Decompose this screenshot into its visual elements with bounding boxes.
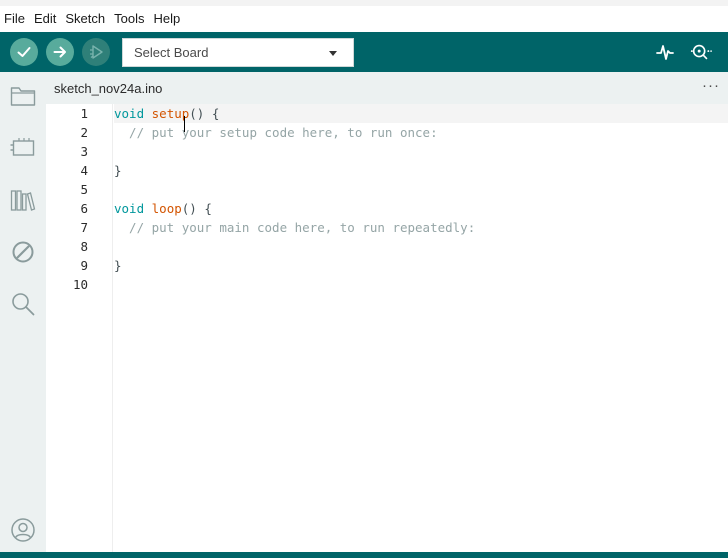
menu-edit[interactable]: Edit <box>34 6 56 32</box>
account-button[interactable] <box>9 516 37 544</box>
code-text: } <box>114 163 122 178</box>
upload-button[interactable] <box>46 38 74 66</box>
line-number: 8 <box>80 239 88 254</box>
menu-file[interactable]: File <box>4 6 25 32</box>
menu-tools[interactable]: Tools <box>114 6 144 32</box>
toolbar: Select Board <box>0 32 728 72</box>
board-select-value: Select Board <box>134 45 209 60</box>
menu-sketch[interactable]: Sketch <box>65 6 105 32</box>
search-icon <box>12 293 35 316</box>
library-manager-button[interactable] <box>9 186 37 214</box>
tab-sketch[interactable]: sketch_nov24a.ino <box>46 72 171 104</box>
serial-monitor-button[interactable] <box>690 41 712 63</box>
debug-button[interactable] <box>82 38 110 66</box>
code-keyword: void <box>114 106 145 121</box>
menu-help[interactable]: Help <box>153 6 180 32</box>
board-icon <box>10 138 35 156</box>
code-function-name: loop <box>151 201 182 216</box>
code-line[interactable]: // put your setup code here, to run once… <box>114 123 438 142</box>
debug-icon <box>90 45 103 59</box>
code-line[interactable]: } <box>114 161 122 180</box>
folder-icon <box>10 87 36 106</box>
code-keyword: void <box>114 201 145 216</box>
debug-disabled-icon <box>12 241 34 263</box>
serial-plotter-button[interactable] <box>654 41 676 63</box>
code-editor[interactable]: 1 2 3 4 5 6 7 8 9 10 void setup() { // p… <box>46 104 728 552</box>
tab-label: sketch_nov24a.ino <box>54 80 163 96</box>
line-number: 7 <box>80 220 88 235</box>
arrow-right-icon <box>53 46 66 58</box>
magnifier-dots-icon <box>690 44 712 60</box>
sidebar <box>0 72 46 552</box>
pulse-icon <box>656 45 674 60</box>
line-number: 2 <box>80 125 88 140</box>
line-number: 5 <box>80 182 88 197</box>
code-text: } <box>114 258 122 273</box>
code-line[interactable]: // put your main code here, to run repea… <box>114 218 475 237</box>
line-number: 4 <box>80 163 88 178</box>
more-options-icon[interactable]: ··· <box>702 78 720 93</box>
account-icon <box>11 518 35 542</box>
check-icon <box>17 47 31 57</box>
line-number: 6 <box>80 201 88 216</box>
code-text: () { <box>181 201 212 216</box>
code-comment: // put your main code here, to run repea… <box>114 220 476 235</box>
line-number: 9 <box>80 258 88 273</box>
verify-button[interactable] <box>10 38 38 66</box>
debug-panel-button[interactable] <box>9 238 37 266</box>
sketchbook-button[interactable] <box>9 82 37 110</box>
line-number: 3 <box>80 144 88 159</box>
editor-tab-bar: sketch_nov24a.ino ··· <box>46 72 728 104</box>
boards-manager-button[interactable] <box>9 134 37 162</box>
code-line[interactable]: } <box>114 256 122 275</box>
code-comment: // put your setup code here, to run once… <box>114 125 438 140</box>
library-icon <box>10 190 36 211</box>
chevron-down-icon <box>329 51 337 56</box>
search-button[interactable] <box>9 290 37 318</box>
menu-bar: File Edit Sketch Tools Help <box>0 6 728 32</box>
board-select[interactable]: Select Board <box>122 38 354 67</box>
line-number: 1 <box>80 106 88 121</box>
code-text: () { <box>189 106 220 121</box>
line-number-gutter: 1 2 3 4 5 6 7 8 9 10 <box>46 104 113 552</box>
status-bar <box>0 552 728 558</box>
code-line[interactable]: void setup() { <box>114 104 219 123</box>
line-number: 10 <box>72 277 88 292</box>
text-cursor <box>184 116 185 132</box>
code-line[interactable]: void loop() { <box>114 199 212 218</box>
